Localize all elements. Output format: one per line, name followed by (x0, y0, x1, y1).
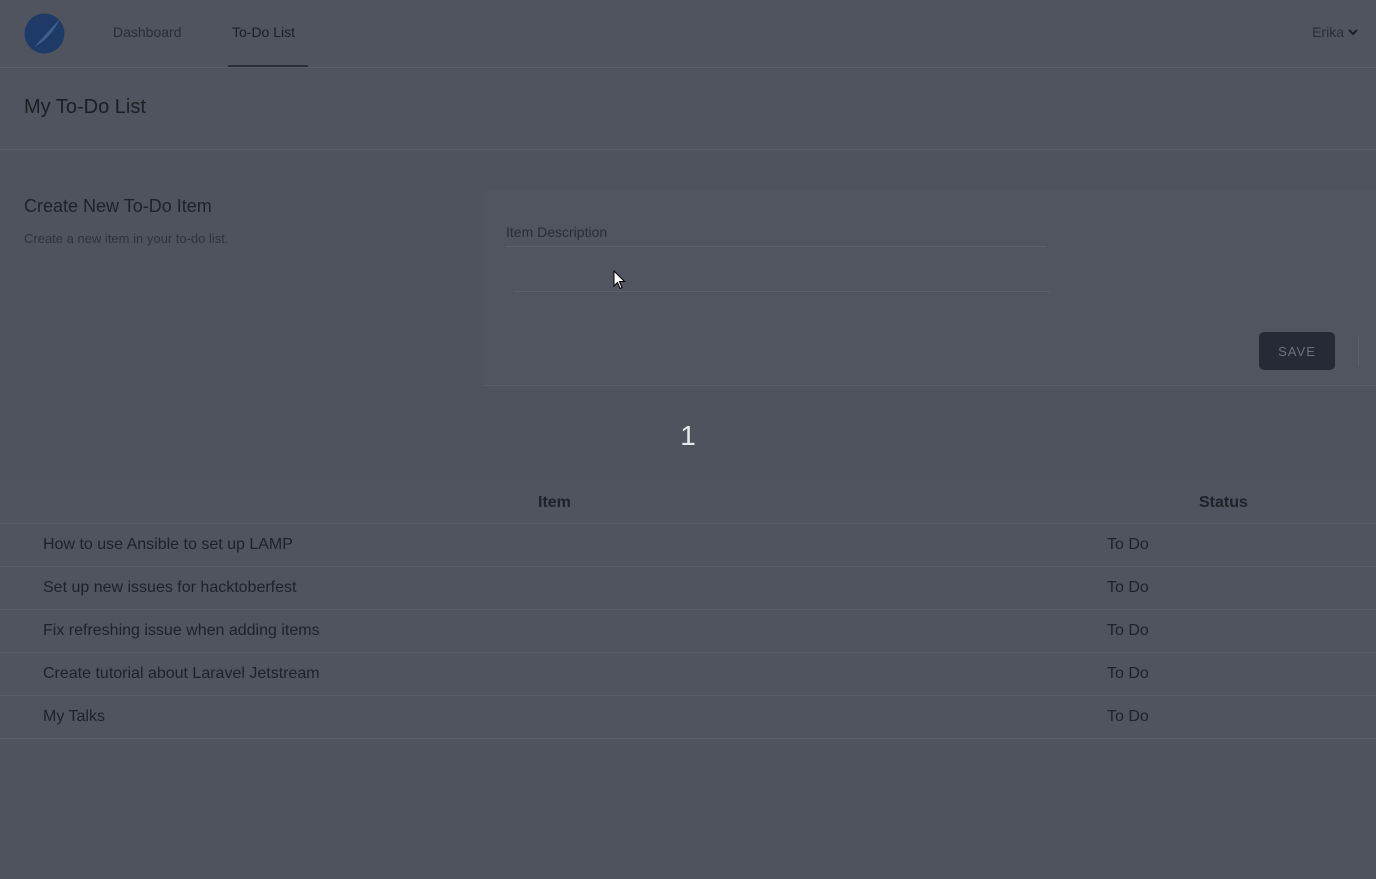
divider (1358, 336, 1359, 366)
table-row[interactable]: How to use Ansible to set up LAMP To Do (0, 524, 1376, 567)
field-divider (506, 246, 1046, 247)
cell-status: To Do (1107, 622, 1149, 639)
todo-table: Item Status How to use Ansible to set up… (0, 480, 1376, 740)
column-header-item: Item (538, 494, 571, 511)
table-row[interactable]: Fix refreshing issue when adding items T… (0, 610, 1376, 653)
cell-status: To Do (1107, 579, 1149, 596)
active-nav-indicator (228, 65, 308, 67)
user-name: Erika (1312, 24, 1344, 40)
chevron-down-icon (1348, 29, 1358, 36)
table-row[interactable]: My Talks To Do (0, 696, 1376, 739)
page-number: 1 (680, 420, 696, 451)
page-title: My To-Do List (24, 96, 146, 118)
cell-status: To Do (1107, 708, 1149, 725)
form-description: Create a new item in your to-do list. (24, 231, 229, 246)
nav-link-todo-list[interactable]: To-Do List (232, 24, 295, 68)
nav-link-dashboard[interactable]: Dashboard (113, 24, 182, 68)
mouse-cursor-icon (613, 270, 626, 290)
cell-item: Set up new issues for hacktoberfest (43, 579, 297, 596)
cell-status: To Do (1107, 665, 1149, 682)
form-title: Create New To-Do Item (24, 196, 212, 216)
table-row[interactable]: Create tutorial about Laravel Jetstream … (0, 653, 1376, 696)
app-logo-icon[interactable] (24, 13, 65, 54)
cell-status: To Do (1107, 536, 1149, 553)
top-navbar: Dashboard To-Do List Erika (0, 0, 1376, 68)
cell-item: Fix refreshing issue when adding items (43, 622, 320, 639)
table-row[interactable]: Set up new issues for hacktoberfest To D… (0, 567, 1376, 610)
save-button[interactable]: SAVE (1259, 332, 1335, 370)
item-description-label: Item Description (506, 224, 608, 240)
cell-item: Create tutorial about Laravel Jetstream (43, 665, 320, 682)
column-header-status: Status (1199, 494, 1248, 511)
cell-item: How to use Ansible to set up LAMP (43, 536, 293, 553)
cell-item: My Talks (43, 708, 105, 725)
page-header: My To-Do List (0, 69, 1376, 150)
user-menu[interactable]: Erika (1312, 24, 1358, 40)
item-description-input[interactable] (514, 256, 1050, 292)
create-item-section: Create New To-Do Item Create a new item … (0, 150, 1376, 386)
